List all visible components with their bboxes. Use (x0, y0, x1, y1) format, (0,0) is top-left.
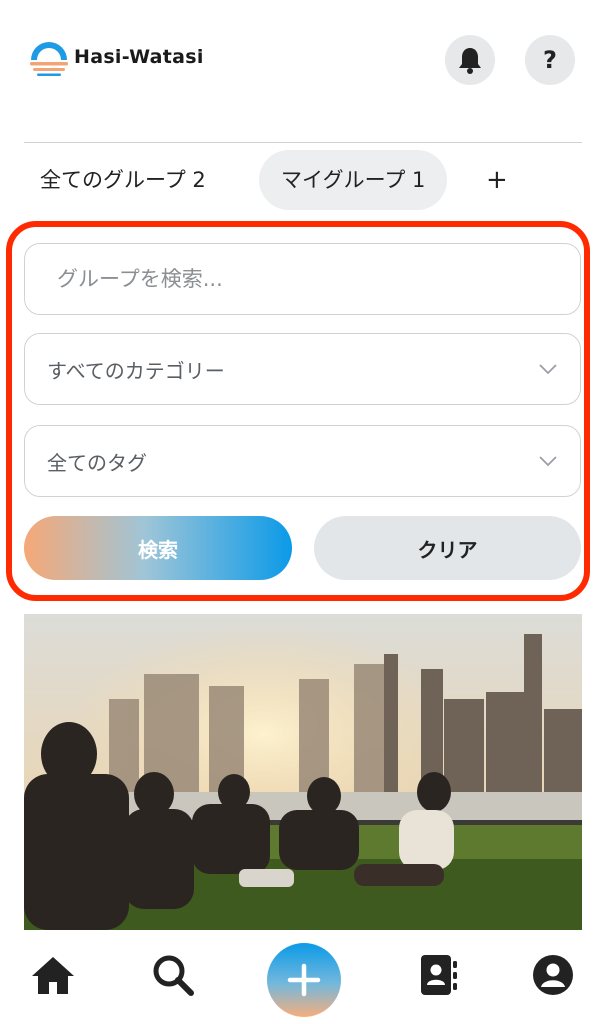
plus-icon (287, 963, 321, 997)
bottom-navigation (0, 930, 606, 1024)
tab-all-groups[interactable]: 全てのグループ 2 (40, 150, 206, 210)
chevron-down-icon (539, 456, 557, 467)
brand-logo (30, 42, 68, 76)
category-select[interactable]: すべてのカテゴリー (24, 333, 581, 405)
group-tabs: 全てのグループ 2 マイグループ 1 + (24, 150, 584, 210)
nav-home[interactable] (30, 952, 76, 998)
user-icon (533, 955, 573, 995)
bell-icon (459, 48, 481, 74)
header: Hasi-Watasi ? (0, 0, 606, 120)
notifications-button[interactable] (445, 35, 495, 85)
group-search-input[interactable] (25, 244, 580, 314)
nav-add-button[interactable] (267, 943, 341, 1017)
tab-my-groups[interactable]: マイグループ 1 (259, 150, 448, 210)
nav-profile[interactable] (530, 952, 576, 998)
nav-search[interactable] (150, 952, 196, 998)
group-search-field[interactable] (24, 243, 581, 315)
add-group-tab-button[interactable]: + (486, 150, 508, 210)
question-icon: ? (543, 46, 557, 74)
search-icon (153, 955, 194, 996)
cover-image (24, 614, 582, 930)
search-button[interactable]: 検索 (24, 516, 292, 580)
category-select-value: すべてのカテゴリー (47, 358, 225, 383)
brand-name: Hasi-Watasi (74, 46, 204, 68)
header-divider (24, 142, 582, 143)
tag-select-value: 全てのタグ (47, 450, 147, 475)
clear-button[interactable]: クリア (314, 516, 581, 580)
home-icon (32, 957, 74, 994)
group-cover-photo[interactable] (24, 614, 582, 930)
contacts-book-icon (421, 955, 457, 995)
nav-contacts[interactable] (415, 952, 461, 998)
chevron-down-icon (539, 364, 557, 375)
help-button[interactable]: ? (525, 35, 575, 85)
tag-select[interactable]: 全てのタグ (24, 425, 581, 497)
